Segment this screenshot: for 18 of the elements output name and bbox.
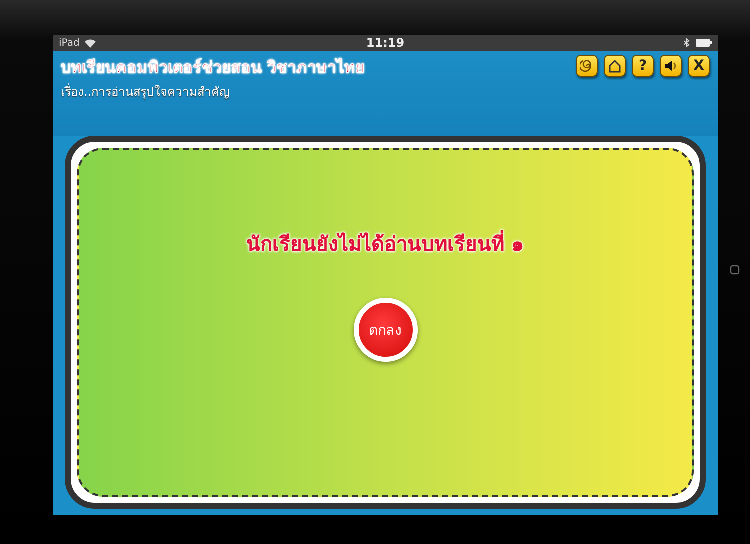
battery-icon [696, 39, 712, 47]
lesson-title: บทเรียนคอมพิวเตอร์ช่วยสอน วิชาภาษาไทย [61, 57, 366, 79]
dialog-message: นักเรียนยังไม่ได้อ่านบทเรียนที่ ๑ [246, 229, 524, 258]
replay-button[interactable] [576, 55, 598, 77]
wifi-icon [84, 38, 96, 48]
toolbar-button[interactable]: X [688, 55, 710, 77]
home-icon [608, 59, 622, 73]
bluetooth-icon [684, 38, 690, 48]
lesson-subtitle: เรื่อง..การอ่านสรุปใจความสำคัญ [61, 82, 231, 101]
toolbar-button[interactable]: ? [632, 55, 654, 77]
sound-button[interactable] [660, 55, 682, 77]
home-button-icon[interactable] [730, 265, 740, 275]
device-name: iPad [59, 38, 80, 48]
status-time: 11:19 [366, 36, 405, 50]
spiral-icon [580, 59, 594, 73]
speaker-icon [664, 59, 678, 73]
home-button[interactable] [604, 55, 626, 77]
ok-button[interactable]: ตกลง [354, 298, 418, 362]
